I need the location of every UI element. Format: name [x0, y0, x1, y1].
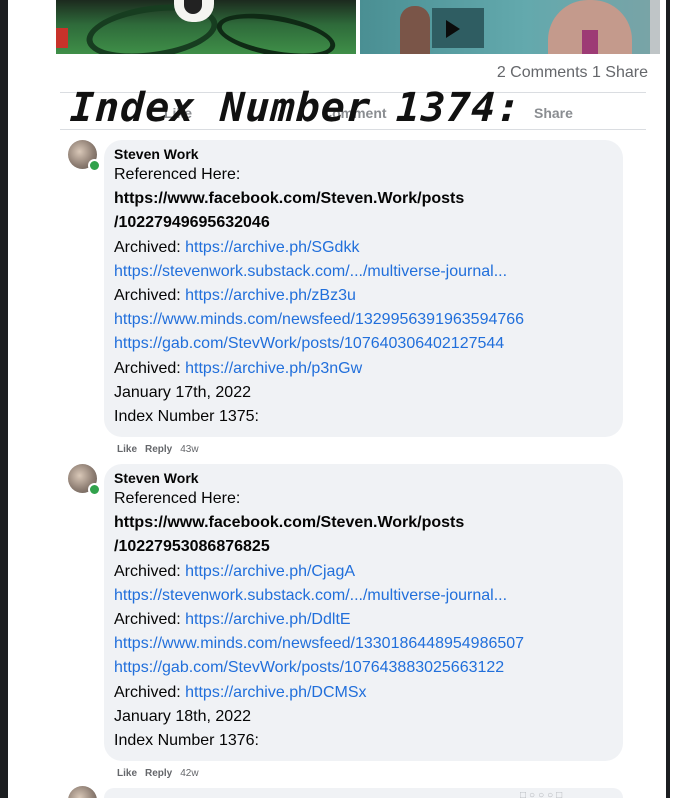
comment-link[interactable]: https://www.facebook.com/Steven.Work/pos… [114, 511, 623, 535]
comment-archive-line: Archived: https://archive.ph/CjagA [114, 560, 623, 584]
archive-link[interactable]: https://archive.ph/zBz3u [185, 287, 356, 304]
window-right-margin [670, 0, 677, 798]
comment-text: Index Number 1375: [114, 408, 259, 426]
comment-author[interactable]: Steven Work [114, 469, 623, 487]
online-status-icon [88, 483, 101, 496]
comment-link[interactable]: https://gab.com/StevWork/posts/107643883… [114, 656, 623, 680]
comment-timestamp[interactable]: 43w [180, 444, 198, 455]
comment-text: Referenced Here: [114, 166, 241, 183]
overlay-title: Index Number 1374: [68, 85, 523, 131]
online-status-icon [88, 159, 101, 172]
archive-link[interactable]: https://archive.ph/CjagA [185, 563, 355, 580]
archive-link[interactable]: https://archive.ph/p3nGw [185, 360, 362, 377]
archive-link[interactable]: https://archive.ph/SGdkk [185, 239, 359, 256]
comment-date: January 17th, 2022 [114, 383, 251, 401]
avatar[interactable] [68, 786, 97, 798]
comment-reply-button[interactable]: Reply [145, 444, 172, 455]
comment-archive-line: Archived: https://archive.ph/SGdkk [114, 236, 623, 260]
archive-label: Archived: [114, 611, 186, 629]
post-video-thumbnail[interactable] [360, 0, 660, 54]
post-image-left[interactable] [56, 0, 356, 54]
comment-meta: Like Reply 42w [117, 768, 207, 779]
archive-label: Archived: [114, 287, 186, 305]
comment-archive-line: Archived: https://archive.ph/zBz3u [114, 284, 623, 308]
comment-link[interactable]: https://stevenwork.substack.com/.../mult… [114, 584, 623, 608]
share-button[interactable]: Share [534, 105, 573, 121]
comment-text: Index Number 1376: [114, 732, 259, 750]
comment-link[interactable]: https://www.minds.com/newsfeed/132995639… [114, 308, 623, 332]
comment-like-button[interactable]: Like [117, 444, 137, 455]
comment-link[interactable]: https://www.minds.com/newsfeed/133018644… [114, 632, 623, 656]
post-media[interactable] [56, 0, 660, 54]
archive-label: Archived: [114, 683, 186, 701]
comment-meta: Like Reply 43w [117, 444, 207, 455]
comment-link[interactable]: https://www.facebook.com/Steven.Work/pos… [114, 187, 623, 211]
comment-archive-line: Archived: https://archive.ph/DCMSx [114, 681, 623, 705]
archive-label: Archived: [114, 238, 186, 256]
comment-date: January 18th, 2022 [114, 707, 251, 725]
comment-archive-line: Archived: https://archive.ph/p3nGw [114, 357, 623, 381]
comment-bubble: Steven Work Referenced Here: https://www… [104, 464, 623, 762]
comment-author[interactable]: Steven Work [114, 145, 623, 163]
comment-like-button[interactable]: Like [117, 768, 137, 779]
comment-link[interactable]: https://gab.com/StevWork/posts/107640306… [114, 332, 623, 356]
window-left-border [0, 0, 8, 798]
post-engagement-stats[interactable]: 2 Comments 1 Share [497, 64, 648, 82]
comment-link[interactable]: https://stevenwork.substack.com/.../mult… [114, 260, 623, 284]
comment-reply-button[interactable]: Reply [145, 768, 172, 779]
comment-bubble: Steven Work Referenced Here: https://www… [104, 140, 623, 438]
archive-link[interactable]: https://archive.ph/DCMSx [185, 684, 366, 701]
comment-text: Referenced Here: [114, 490, 241, 507]
comment-link[interactable]: /10227953086876825 [114, 535, 623, 559]
reaction-icons[interactable]: □○○○□ [520, 790, 565, 801]
play-icon[interactable] [446, 20, 460, 38]
comment-archive-line: Archived: https://archive.ph/DdltE [114, 608, 623, 632]
archive-label: Archived: [114, 562, 186, 580]
archive-label: Archived: [114, 359, 186, 377]
comment-timestamp[interactable]: 42w [180, 768, 198, 779]
comment-link[interactable]: /10227949695632046 [114, 211, 623, 235]
archive-link[interactable]: https://archive.ph/DdltE [185, 611, 350, 628]
